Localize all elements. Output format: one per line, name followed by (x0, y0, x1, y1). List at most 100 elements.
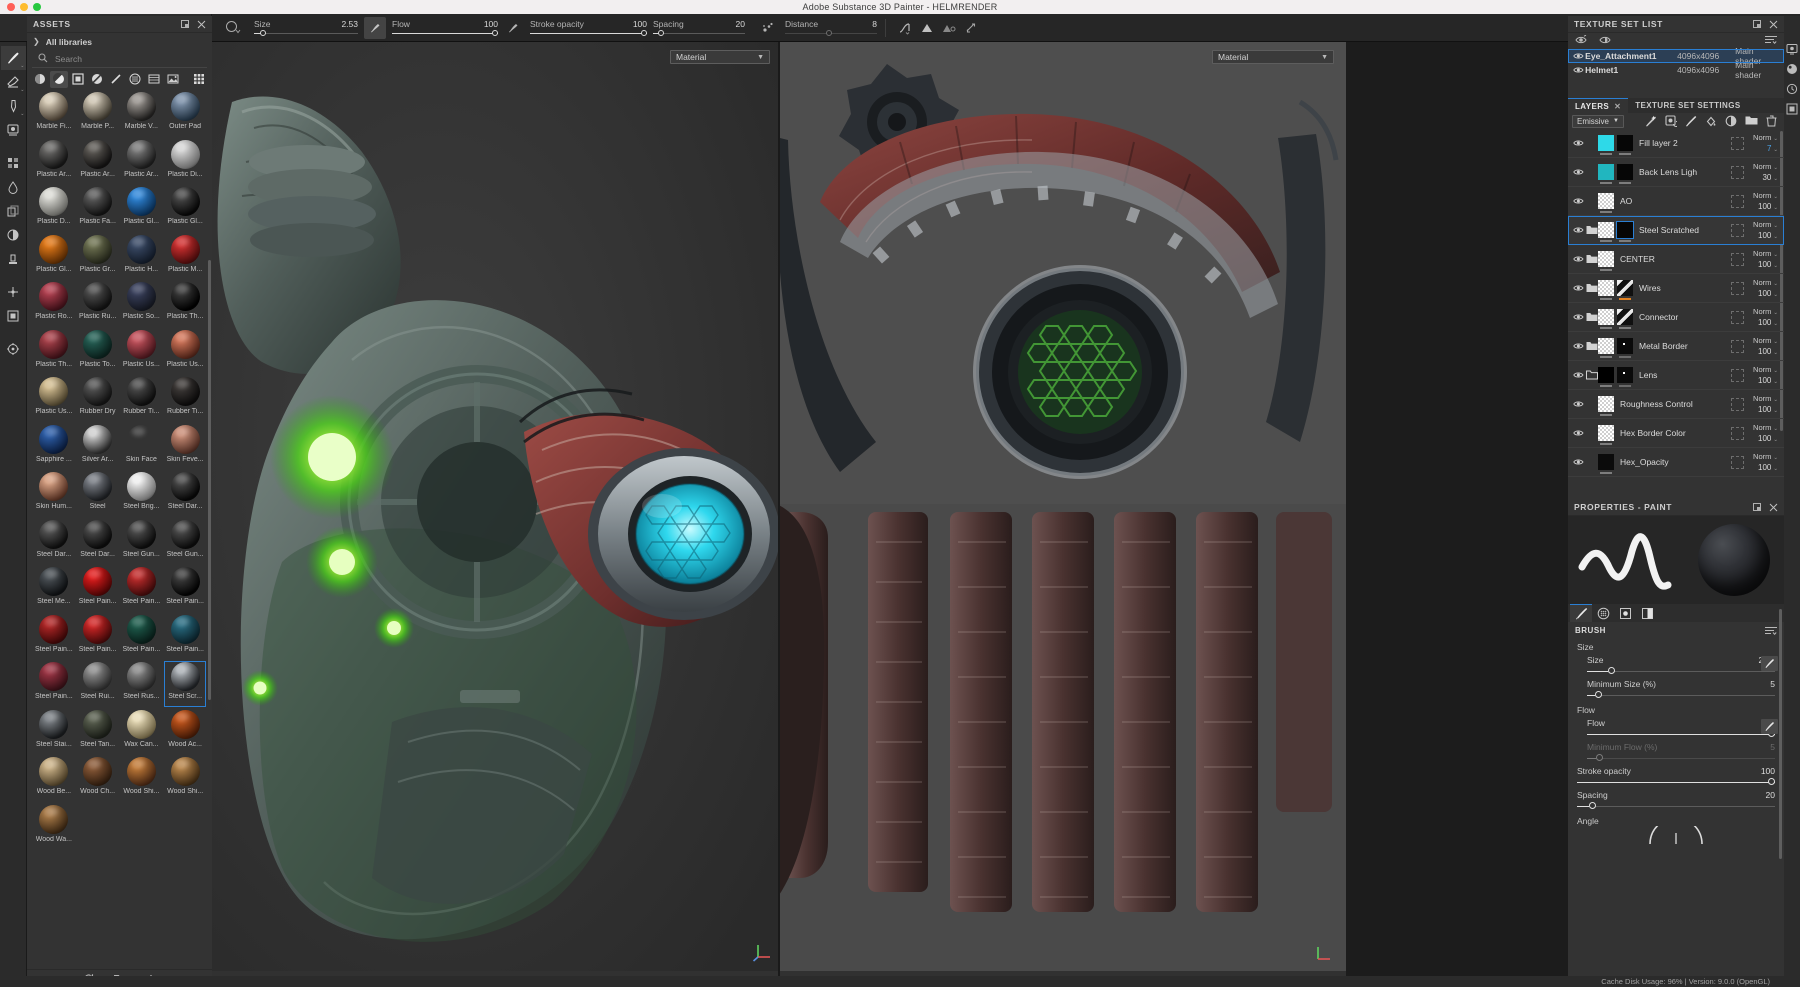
layer-visibility-icon[interactable] (1571, 342, 1585, 350)
layer-content-thumbnail[interactable] (1598, 367, 1614, 387)
add-folder-icon[interactable] (1745, 115, 1758, 127)
toolbar-distance-slider[interactable]: Distance 8 (785, 14, 877, 42)
layer-visibility-icon[interactable] (1571, 400, 1585, 408)
material-swatch[interactable]: Wood Ch... (76, 755, 120, 803)
material-swatch[interactable]: Plastic Us... (120, 328, 164, 376)
material-swatch[interactable]: Rubber Dry (76, 375, 120, 423)
property-track[interactable] (1577, 778, 1775, 786)
layer-row[interactable]: Hex Border Color Norm ⌄ 100 ⌄ (1568, 419, 1784, 448)
layer-content-thumbnail[interactable] (1598, 193, 1614, 213)
layer-visibility-icon[interactable] (1571, 197, 1585, 205)
property-slider-row[interactable]: Stroke opacity 100 (1568, 765, 1784, 789)
folder-icon[interactable] (1585, 312, 1598, 322)
folder-icon[interactable] (1585, 225, 1598, 235)
material-swatch[interactable]: Steel Rus... (120, 660, 164, 708)
bake-tool[interactable] (1, 337, 26, 361)
material-swatch[interactable]: Plastic D... (32, 185, 76, 233)
layer-blend-group[interactable]: Norm ⌄ 100 ⌄ (1750, 423, 1781, 443)
layer-content-thumbnail[interactable] (1598, 222, 1614, 242)
material-swatch[interactable]: Plastic H... (120, 233, 164, 281)
material-swatch[interactable]: Plastic Ro... (32, 280, 76, 328)
material-swatch[interactable]: Plastic Us... (163, 328, 207, 376)
material-swatch[interactable]: Plastic Ar... (32, 138, 76, 186)
material-swatch[interactable]: Steel Pain... (120, 613, 164, 661)
mask-editor-tool[interactable] (1, 304, 26, 328)
tsl-close-icon[interactable] (1769, 20, 1778, 29)
material-swatch[interactable]: Steel Stai... (32, 708, 76, 756)
layer-blend-mode[interactable]: Norm ⌄ (1753, 365, 1778, 374)
texture-set-icon[interactable] (1785, 100, 1799, 117)
toolbar-flow-slider[interactable]: Flow 100 (392, 14, 498, 42)
material-swatch[interactable]: Steel Dar... (32, 518, 76, 566)
layer-content-thumbnail[interactable] (1598, 425, 1614, 445)
layer-row[interactable]: Back Lens Ligh Norm ⌄ 30 ⌄ (1568, 158, 1784, 187)
material-swatch[interactable]: Steel Pain... (76, 565, 120, 613)
eraser-tool[interactable]: ⌄ (1, 70, 26, 94)
material-swatch[interactable]: Marble P... (76, 90, 120, 138)
material-swatch[interactable]: Steel Gun... (120, 518, 164, 566)
distance-track[interactable] (785, 30, 877, 36)
material-swatch[interactable]: Plastic Th... (163, 280, 207, 328)
material-swatch[interactable]: Wood Ac... (163, 708, 207, 756)
alignment-triangle-icon[interactable] (916, 17, 938, 39)
environments-filter-icon[interactable] (164, 71, 182, 88)
material-swatch[interactable]: Wood Be... (32, 755, 76, 803)
add-mask-placeholder[interactable] (1731, 252, 1744, 266)
size-pressure-toggle[interactable] (364, 16, 386, 39)
toolbar-size-slider[interactable]: Size 2.53 (254, 14, 358, 42)
layer-visibility-icon[interactable] (1571, 284, 1585, 292)
material-swatch[interactable]: Steel Pain... (76, 613, 120, 661)
clone-tool[interactable] (1, 199, 26, 223)
material-swatch[interactable]: Skin Face (120, 423, 164, 471)
brush-properties-tab[interactable] (1570, 604, 1592, 622)
layer-visibility-icon[interactable] (1571, 226, 1585, 234)
all-libraries-row[interactable]: ❯ All libraries (27, 33, 212, 50)
property-track[interactable] (1587, 754, 1775, 762)
add-mask-placeholder[interactable] (1731, 165, 1744, 179)
material-swatch[interactable]: Plastic Th... (32, 328, 76, 376)
flow-track[interactable] (392, 30, 498, 36)
material-swatch[interactable]: Plastic So... (120, 280, 164, 328)
layer-blend-group[interactable]: Norm ⌄ 100 ⌄ (1750, 452, 1781, 472)
assets-scrollbar[interactable] (208, 260, 211, 700)
layer-opacity[interactable]: 100 ⌄ (1758, 434, 1778, 443)
property-track[interactable] (1587, 667, 1775, 675)
follow-path-icon[interactable] (960, 17, 982, 39)
history-icon[interactable] (1785, 80, 1799, 97)
folder-icon[interactable] (1585, 341, 1598, 351)
material-swatch[interactable]: Wax Can... (120, 708, 164, 756)
layer-opacity[interactable]: 7 ⌄ (1767, 144, 1778, 153)
material-swatch[interactable]: Wood Shi... (120, 755, 164, 803)
material-swatch[interactable]: Rubber Ti... (120, 375, 164, 423)
material-swatch[interactable]: Marble Fi... (32, 90, 76, 138)
layer-blend-group[interactable]: Norm ⌄ 100 ⌄ (1750, 249, 1781, 269)
geometry-decal-tool[interactable] (1, 151, 26, 175)
visibility-solo-icon[interactable] (1599, 32, 1612, 50)
flow-pressure-toggle[interactable] (502, 17, 524, 39)
display-settings-icon[interactable] (1785, 40, 1799, 57)
falloff-curve-icon[interactable] (894, 17, 916, 39)
layer-mask-thumbnail[interactable] (1617, 309, 1633, 329)
material-swatch[interactable]: Skin Feve... (163, 423, 207, 471)
layer-blend-group[interactable]: Norm ⌄ 100 ⌄ (1750, 307, 1781, 327)
viewport-2d[interactable]: Material ▼ MASK (780, 42, 1346, 987)
material-swatch[interactable]: Plastic Ru... (76, 280, 120, 328)
add-mask-placeholder[interactable] (1731, 136, 1744, 150)
add-mask-icon[interactable] (1665, 115, 1677, 127)
layer-blend-mode[interactable]: Norm ⌄ (1753, 307, 1778, 316)
property-slider-row[interactable]: Minimum Flow (%) 5 (1568, 741, 1784, 765)
materials-filter-icon[interactable] (31, 71, 49, 88)
layer-content-thumbnail[interactable] (1598, 251, 1614, 271)
scatter-dots-icon[interactable] (757, 17, 779, 39)
stroke-opacity-track[interactable] (530, 30, 647, 36)
add-fill-layer-icon[interactable] (1705, 115, 1717, 127)
smart-materials-filter-icon[interactable] (50, 70, 68, 88)
material-swatch[interactable]: Plastic Us... (32, 375, 76, 423)
visibility-eye-icon[interactable] (1573, 52, 1585, 60)
material-swatch[interactable]: Skin Hum... (32, 470, 76, 518)
grid-view-toggle-icon[interactable] (190, 71, 208, 88)
layer-opacity[interactable]: 100 ⌄ (1758, 405, 1778, 414)
property-slider-row[interactable]: Minimum Size (%) 5 (1568, 678, 1784, 702)
material-swatch[interactable]: Plastic M... (163, 233, 207, 281)
material-swatch[interactable]: Rubber Ti... (163, 375, 207, 423)
